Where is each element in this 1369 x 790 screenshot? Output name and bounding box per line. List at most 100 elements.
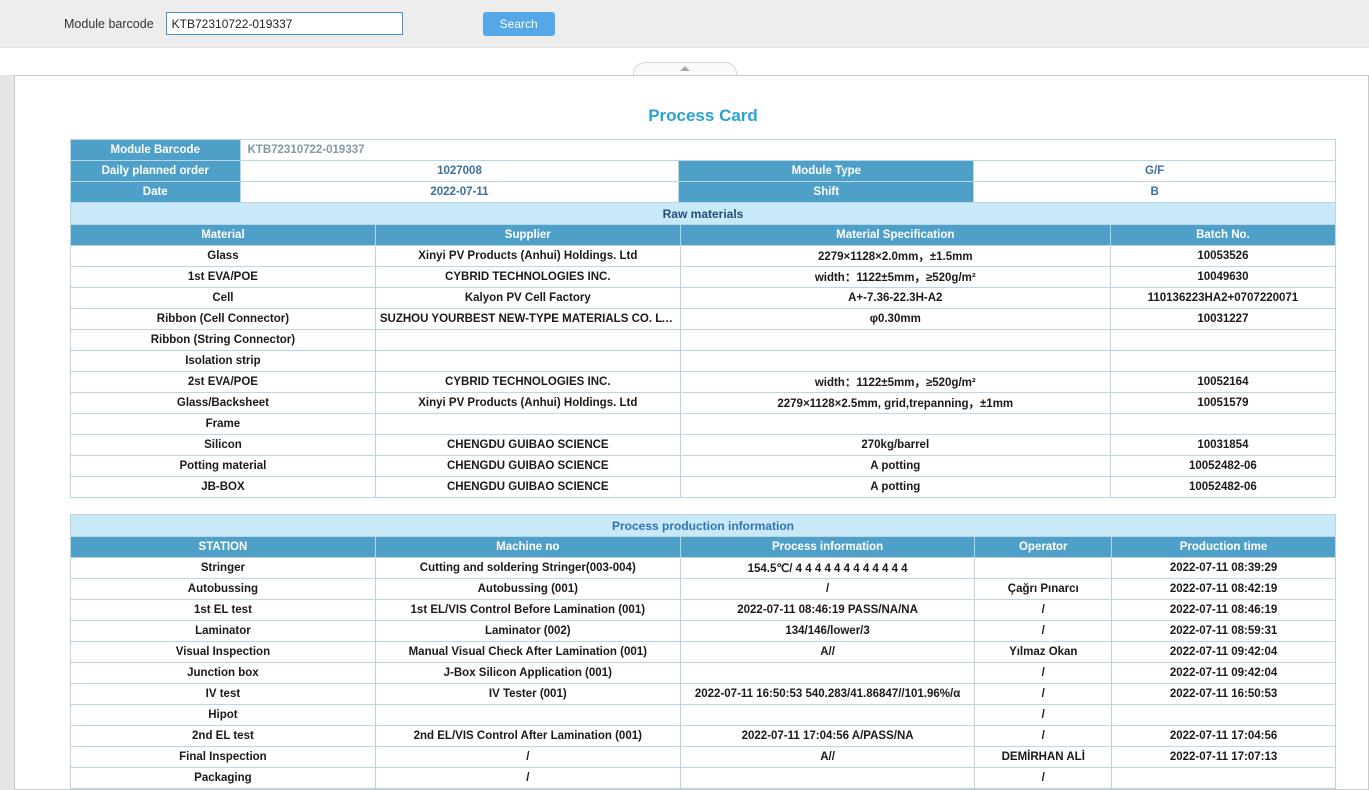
table-cell: A//: [680, 642, 975, 663]
table-cell: 2022-07-11 17:04:56 A/PASS/NA: [680, 726, 975, 747]
table-row: Potting materialCHENGDU GUIBAO SCIENCEA …: [71, 456, 1336, 477]
section-row: Raw materials: [71, 203, 1336, 225]
column-header: Operator: [975, 537, 1112, 558]
table-cell: A+-7.36-22.3H-A2: [680, 288, 1110, 309]
table-cell: /: [975, 768, 1112, 789]
table-cell: Packaging: [71, 768, 376, 789]
panel-collapse-handle[interactable]: [633, 62, 737, 75]
table-cell: [1112, 705, 1336, 726]
table-cell: width：1122±5mm，≥520g/m²: [680, 372, 1110, 393]
table-cell: 10052482-06: [1110, 456, 1335, 477]
table-cell: Frame: [71, 414, 376, 435]
table-cell: Autobussing: [71, 579, 376, 600]
table-cell: 2279×1128×2.0mm，±1.5mm: [680, 246, 1110, 267]
chevron-up-icon: [680, 66, 690, 71]
table-row: Junction boxJ-Box Silicon Application (0…: [71, 663, 1336, 684]
table-cell: Çağrı Pınarcı: [975, 579, 1112, 600]
handle-strip: [0, 48, 1369, 75]
table-row: 2st EVA/POECYBRID TECHNOLOGIES INC.width…: [71, 372, 1336, 393]
table-cell: J-Box Silicon Application (001): [375, 663, 680, 684]
table-row: GlassXinyi PV Products (Anhui) Holdings.…: [71, 246, 1336, 267]
column-header: STATION: [71, 537, 376, 558]
table-cell: /: [975, 600, 1112, 621]
column-header: Material Specification: [680, 225, 1110, 246]
table-cell: A potting: [680, 477, 1110, 498]
column-header: Production time: [1112, 537, 1336, 558]
table-cell: φ0.30mm: [680, 309, 1110, 330]
table-cell: Cell: [71, 288, 376, 309]
module-barcode-input[interactable]: [166, 12, 403, 35]
table-cell: Laminator (002): [375, 621, 680, 642]
shift-value: B: [974, 182, 1336, 203]
raw-materials-header-row: MaterialSupplierMaterial SpecificationBa…: [71, 225, 1336, 246]
table-cell: CHENGDU GUIBAO SCIENCE: [375, 456, 680, 477]
table-cell: DEMİRHAN ALİ: [975, 747, 1112, 768]
table-cell: 2nd EL test: [71, 726, 376, 747]
table-cell: A potting: [680, 456, 1110, 477]
table-cell: 1st EVA/POE: [71, 267, 376, 288]
table-cell: Ribbon (Cell Connector): [71, 309, 376, 330]
search-bar: Module barcode Search: [0, 0, 1369, 48]
table-row: LaminatorLaminator (002)134/146/lower/3/…: [71, 621, 1336, 642]
table-cell: Final Inspection: [71, 747, 376, 768]
table-cell: [975, 558, 1112, 579]
table-cell: 2022-07-11 08:39:29: [1112, 558, 1336, 579]
table-row: SiliconCHENGDU GUIBAO SCIENCE270kg/barre…: [71, 435, 1336, 456]
table-cell: Manual Visual Check After Lamination (00…: [375, 642, 680, 663]
table-cell: 1st EL test: [71, 600, 376, 621]
module-barcode-value: KTB72310722-019337: [240, 140, 1336, 161]
table-cell: [375, 705, 680, 726]
spacer: [70, 498, 1336, 514]
table-row: JB-BOXCHENGDU GUIBAO SCIENCEA potting100…: [71, 477, 1336, 498]
module-info-table: Module Barcode KTB72310722-019337 Daily …: [70, 139, 1336, 203]
table-cell: /: [975, 663, 1112, 684]
table-cell: Glass: [71, 246, 376, 267]
table-cell: IV test: [71, 684, 376, 705]
table-cell: Xinyi PV Products (Anhui) Holdings. Ltd: [375, 246, 680, 267]
table-cell: 2022-07-11 16:50:53 540.283/41.86847//10…: [680, 684, 975, 705]
table-row: 1st EVA/POECYBRID TECHNOLOGIES INC.width…: [71, 267, 1336, 288]
table-cell: /: [975, 705, 1112, 726]
table-cell: Yılmaz Okan: [975, 642, 1112, 663]
process-card-panel: Process Card Module Barcode KTB72310722-…: [14, 75, 1369, 790]
table-cell: [680, 414, 1110, 435]
table-cell: /: [975, 621, 1112, 642]
table-cell: 2022-07-11 08:59:31: [1112, 621, 1336, 642]
table-cell: 154.5℃/ 4 4 4 4 4 4 4 4 4 4 4 4: [680, 558, 975, 579]
table-cell: Junction box: [71, 663, 376, 684]
table-cell: 2nd EL/VIS Control After Lamination (001…: [375, 726, 680, 747]
table-cell: [680, 663, 975, 684]
table-cell: 2022-07-11 16:50:53: [1112, 684, 1336, 705]
table-cell: Cutting and soldering Stringer(003-004): [375, 558, 680, 579]
table-cell: SUZHOU YOURBEST NEW-TYPE MATERIALS CO. L…: [375, 309, 680, 330]
table-cell: Glass/Backsheet: [71, 393, 376, 414]
table-cell: 2022-07-11 17:04:56: [1112, 726, 1336, 747]
table-row: Packaging//: [71, 768, 1336, 789]
page-title: Process Card: [70, 106, 1336, 126]
table-cell: CYBRID TECHNOLOGIES INC.: [375, 267, 680, 288]
table-cell: [375, 414, 680, 435]
process-header-row: STATIONMachine noProcess informationOper…: [71, 537, 1336, 558]
table-row: Visual InspectionManual Visual Check Aft…: [71, 642, 1336, 663]
table-cell: 10053526: [1110, 246, 1335, 267]
process-production-table: Process production information STATIONMa…: [70, 514, 1336, 789]
table-cell: [680, 351, 1110, 372]
table-cell: [1112, 768, 1336, 789]
table-cell: CHENGDU GUIBAO SCIENCE: [375, 477, 680, 498]
table-cell: 2022-07-11 08:46:19: [1112, 600, 1336, 621]
screen: Module barcode Search Process Card Modul…: [0, 0, 1369, 790]
table-cell: CHENGDU GUIBAO SCIENCE: [375, 435, 680, 456]
search-button[interactable]: Search: [483, 12, 555, 36]
table-row: AutobussingAutobussing (001)/Çağrı Pınar…: [71, 579, 1336, 600]
table-cell: Xinyi PV Products (Anhui) Holdings. Ltd: [375, 393, 680, 414]
table-cell: [375, 351, 680, 372]
content-area: Process Card Module Barcode KTB72310722-…: [0, 75, 1369, 790]
module-barcode-label: Module barcode: [64, 17, 154, 31]
daily-planned-order-value: 1027008: [240, 161, 679, 182]
table-cell: 110136223HA2+0707220071: [1110, 288, 1335, 309]
table-cell: 2st EVA/POE: [71, 372, 376, 393]
table-row: Frame: [71, 414, 1336, 435]
table-cell: 10049630: [1110, 267, 1335, 288]
date-value: 2022-07-11: [240, 182, 679, 203]
table-cell: 2022-07-11 08:46:19 PASS/NA/NA: [680, 600, 975, 621]
